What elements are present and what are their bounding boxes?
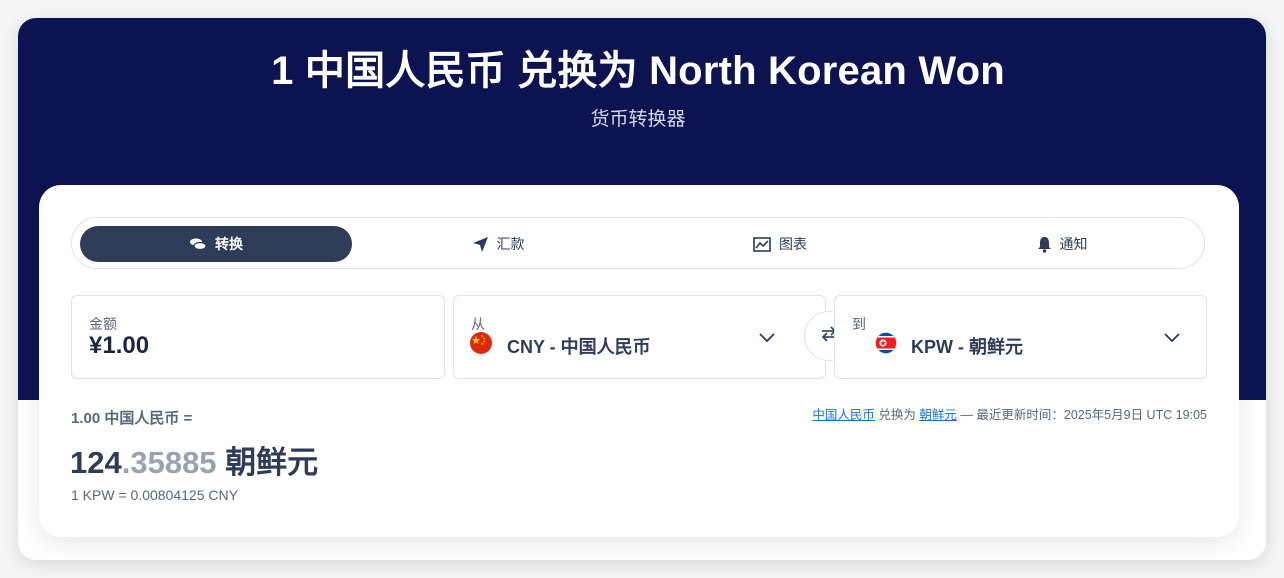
result-label: 1.00 中国人民币 = — [71, 410, 193, 427]
tab-alerts-label: 通知 — [1059, 236, 1088, 252]
china-flag-icon — [470, 332, 492, 354]
tab-send[interactable]: 汇款 — [362, 226, 634, 262]
result-integer: 124 — [70, 445, 122, 480]
from-currency-select[interactable]: 从 CNY - 中国人民币 — [453, 295, 826, 379]
converter-page: 1 中国人民币 兑换为 North Korean Won 货币转换器 转换 汇款 — [18, 18, 1266, 560]
from-currency-value: CNY - 中国人民币 — [507, 337, 651, 357]
update-connector: 兑换为 — [878, 408, 916, 422]
tab-convert[interactable]: 转换 — [80, 226, 352, 262]
tab-charts-label: 图表 — [779, 236, 807, 252]
result-decimals: .35885 — [121, 445, 217, 480]
chevron-down-icon — [759, 330, 775, 348]
to-label: 到 — [852, 316, 866, 332]
last-updated-note: 中国人民币 兑换为 朝鲜元 — 最近更新时间：2025年5月9日 UTC 19:… — [812, 404, 1207, 423]
to-currency-link[interactable]: 朝鲜元 — [919, 408, 957, 422]
conversion-result: 124.35885 朝鲜元 — [70, 437, 318, 482]
north-korea-flag-icon — [875, 332, 897, 354]
tab-send-label: 汇款 — [496, 236, 525, 252]
coins-icon — [189, 237, 207, 251]
converter-card: 转换 汇款 图表 通知 金额 ¥1.00 从 CNY - 中国人民币 到 KPW… — [39, 185, 1239, 537]
result-currency: 朝鲜元 — [225, 445, 319, 480]
from-label: 从 — [471, 316, 485, 332]
inverse-rate: 1 KPW = 0.00804125 CNY — [71, 487, 238, 503]
tab-bar: 转换 汇款 图表 通知 — [71, 217, 1205, 269]
amount-input[interactable]: ¥1.00 — [89, 332, 149, 360]
page-title: 1 中国人民币 兑换为 North Korean Won — [271, 49, 1005, 93]
tab-convert-label: 转换 — [215, 236, 243, 252]
amount-label: 金额 — [89, 316, 117, 332]
from-currency-link[interactable]: 中国人民币 — [812, 408, 875, 422]
send-icon — [472, 236, 489, 253]
update-timestamp: — 最近更新时间：2025年5月9日 UTC 19:05 — [960, 408, 1207, 422]
to-currency-value: KPW - 朝鲜元 — [911, 337, 1023, 357]
chevron-down-icon — [1164, 330, 1180, 348]
bell-icon — [1037, 236, 1052, 253]
tab-charts[interactable]: 图表 — [644, 226, 916, 262]
to-currency-select[interactable]: 到 KPW - 朝鲜元 — [834, 295, 1207, 379]
chart-icon — [753, 236, 771, 252]
page-subtitle: 货币转换器 — [590, 109, 686, 130]
tab-alerts[interactable]: 通知 — [926, 226, 1198, 262]
amount-field[interactable]: 金额 ¥1.00 — [71, 295, 445, 379]
